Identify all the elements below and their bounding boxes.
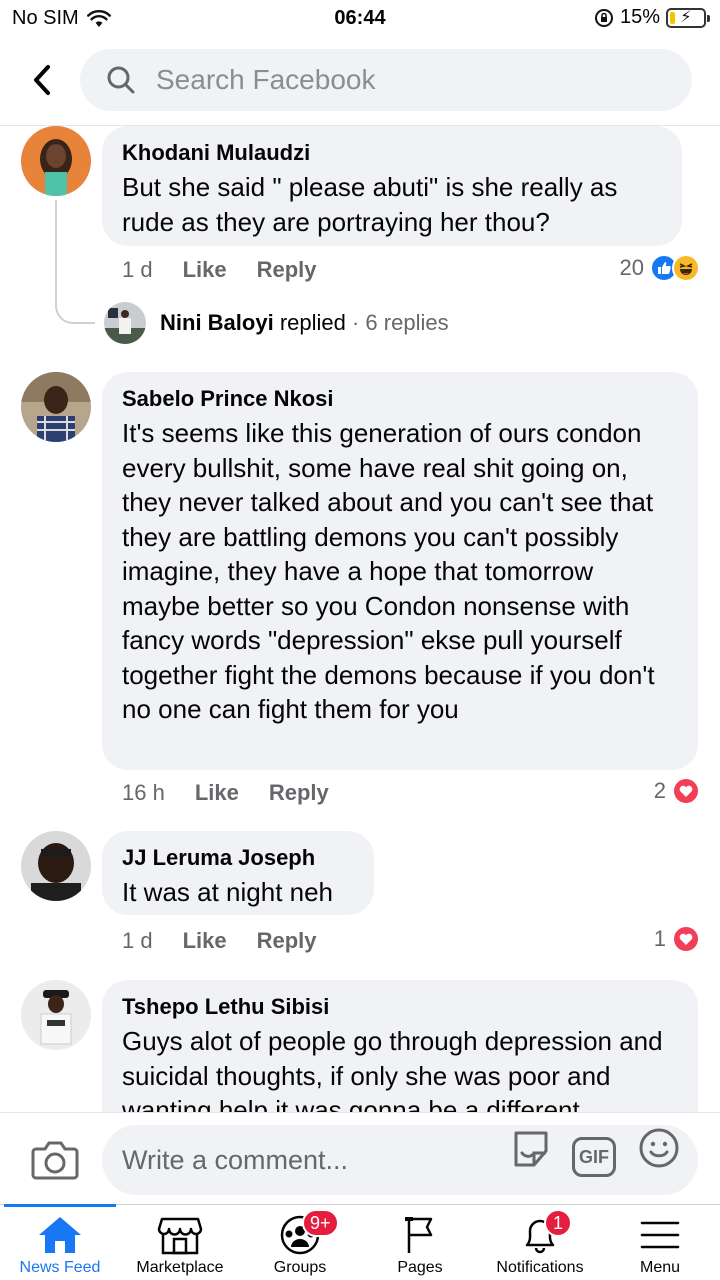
camera-button[interactable] [30, 1135, 80, 1185]
battery-percent: 15% [619, 6, 660, 28]
tab-label: Groups [273, 1259, 327, 1276]
reply-count: · 6 replies [351, 310, 449, 335]
marketplace-icon [157, 1217, 203, 1255]
comment-text: Guys alot of people go through depressio… [122, 1026, 663, 1112]
comment-bubble[interactable]: Tshepo Lethu Sibisi Guys alot of people … [102, 980, 698, 1112]
flag-icon [405, 1217, 433, 1253]
tab-label: Pages [397, 1259, 443, 1276]
comment-text: But she said " please abuti" is she real… [122, 172, 618, 237]
comment-actions: 1 d Like Reply [122, 928, 317, 954]
reply-author: Nini Baloyi [160, 310, 274, 335]
comment-input[interactable] [122, 1144, 492, 1176]
comment-author[interactable]: JJ Leruma Joseph [122, 845, 354, 871]
orientation-lock-icon [594, 8, 613, 27]
tab-groups[interactable]: 9+ Groups [240, 1205, 360, 1280]
reaction-summary[interactable]: 20 [620, 254, 700, 282]
search-bar[interactable] [80, 49, 692, 111]
comment-actions: 1 d Like Reply [122, 257, 317, 283]
comment-time[interactable]: 1 d [122, 928, 153, 954]
love-reaction-icon [672, 777, 700, 805]
tab-notifications[interactable]: 1 Notifications [480, 1205, 600, 1280]
tab-news-feed[interactable]: News Feed [0, 1204, 120, 1280]
reply-button[interactable]: Reply [269, 780, 329, 806]
like-button[interactable]: Like [183, 257, 227, 283]
chevron-left-icon [34, 65, 50, 95]
tab-label: Marketplace [136, 1259, 224, 1276]
battery-icon: ⚡ [666, 7, 710, 28]
reaction-count: 20 [619, 255, 644, 280]
status-bar: No SIM 06:44 15% ⚡ [0, 0, 720, 40]
avatar[interactable] [21, 980, 91, 1050]
gif-button[interactable]: GIF [572, 1137, 616, 1177]
camera-icon [31, 1141, 79, 1180]
reply-button[interactable]: Reply [257, 928, 317, 954]
emoji-icon [639, 1128, 679, 1168]
tab-label: Notifications [496, 1259, 584, 1276]
comment-bubble[interactable]: Khodani Mulaudzi But she said " please a… [102, 126, 682, 246]
search-input[interactable] [156, 64, 606, 96]
charging-icon: ⚡ [680, 8, 692, 26]
comment-author[interactable]: Khodani Mulaudzi [122, 140, 662, 166]
home-icon [39, 1217, 81, 1253]
avatar[interactable] [21, 126, 91, 196]
reply-button[interactable]: Reply [257, 257, 317, 283]
tab-label: News Feed [19, 1259, 101, 1276]
search-header [0, 40, 720, 126]
emoji-button[interactable] [636, 1125, 682, 1171]
reaction-summary[interactable]: 1 [654, 925, 700, 953]
reaction-count: 2 [653, 778, 666, 803]
comment-bubble[interactable]: Sabelo Prince Nkosi It's seems like this… [102, 372, 698, 770]
comment-composer: GIF [0, 1112, 720, 1204]
comment-author[interactable]: Tshepo Lethu Sibisi [122, 994, 678, 1020]
tab-marketplace[interactable]: Marketplace [120, 1205, 240, 1280]
bottom-tab-bar: News Feed Marketplace 9+ Groups Pages 1 … [0, 1204, 720, 1280]
reply-action: replied [279, 310, 346, 335]
comment-time[interactable]: 1 d [122, 257, 153, 283]
back-button[interactable] [22, 60, 62, 100]
comment-list: Khodani Mulaudzi But she said " please a… [0, 126, 720, 1112]
reply-avatar [104, 302, 146, 344]
groups-badge: 9+ [302, 1209, 339, 1237]
reaction-count: 1 [653, 926, 666, 951]
comment-text: It was at night neh [122, 877, 334, 907]
gif-label: GIF [579, 1146, 609, 1167]
comment-actions: 16 h Like Reply [122, 780, 329, 806]
love-reaction-icon [672, 925, 700, 953]
menu-icon [640, 1221, 680, 1249]
tab-label: Menu [639, 1259, 681, 1276]
comment-author[interactable]: Sabelo Prince Nkosi [122, 386, 678, 412]
comment-time[interactable]: 16 h [122, 780, 165, 806]
sticker-button[interactable] [508, 1125, 554, 1171]
notifications-badge: 1 [544, 1209, 572, 1237]
sticker-icon [514, 1131, 548, 1167]
avatar[interactable] [21, 831, 91, 901]
like-button[interactable]: Like [183, 928, 227, 954]
battery-status: 15% ⚡ [594, 6, 710, 29]
search-icon [107, 66, 135, 94]
tab-menu[interactable]: Menu [600, 1205, 720, 1280]
reaction-summary[interactable]: 2 [654, 777, 700, 805]
tab-pages[interactable]: Pages [360, 1205, 480, 1280]
view-replies-link[interactable]: Nini Baloyi replied · 6 replies [104, 302, 449, 344]
thread-connector [55, 200, 95, 324]
avatar[interactable] [21, 372, 91, 442]
comment-bubble[interactable]: JJ Leruma Joseph It was at night neh [102, 831, 374, 915]
like-button[interactable]: Like [195, 780, 239, 806]
haha-reaction-icon [672, 254, 700, 282]
comment-text: It's seems like this generation of ours … [122, 418, 655, 724]
